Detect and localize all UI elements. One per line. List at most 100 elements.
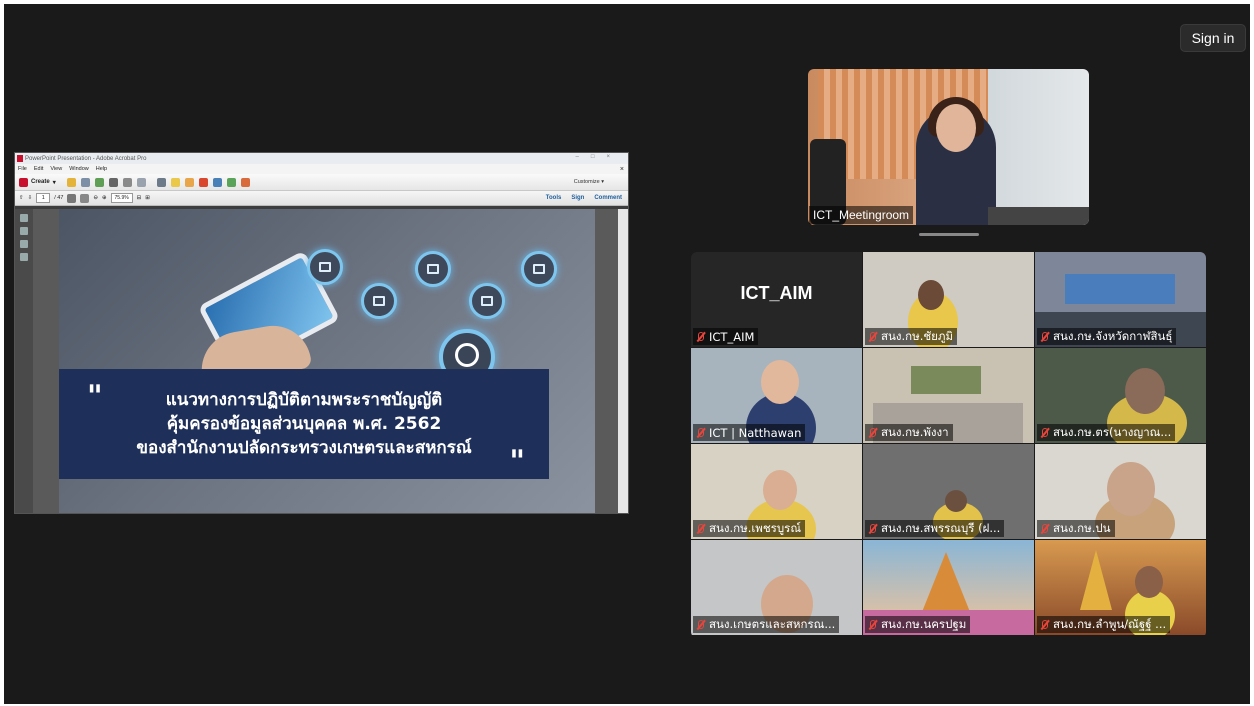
- mic-muted-icon: [695, 619, 706, 631]
- participant-tile[interactable]: สนง.กษ.สพรรณบุรี (ฝ...: [863, 444, 1034, 539]
- scrollbar[interactable]: [618, 209, 628, 513]
- participant-avatar-name: ICT_AIM: [740, 283, 813, 303]
- menu-view[interactable]: View: [50, 166, 62, 172]
- acrobat-logo-icon: [17, 155, 23, 162]
- zoom-in-icon[interactable]: ⊕: [102, 195, 107, 201]
- menu-edit[interactable]: Edit: [34, 166, 43, 172]
- highlight-icon[interactable]: [184, 177, 194, 187]
- participant-tile[interactable]: สนง.เกษตรและสหกรณ...: [691, 540, 862, 635]
- page-number-input[interactable]: 1: [36, 193, 51, 203]
- participant-name: สนง.กษ.ชัยภูมิ: [881, 328, 954, 343]
- participant-name: สนง.กษ.พังงา: [881, 424, 949, 439]
- acrobat-titlebar: PowerPoint Presentation - Adobe Acrobat …: [15, 153, 628, 164]
- comment-link[interactable]: Comment: [594, 195, 622, 201]
- create-pdf-icon: [19, 177, 28, 187]
- document-icon: [415, 251, 451, 287]
- participant-name-label: สนง.กษ.จังหวัดกาฬสินธุ์: [1037, 328, 1177, 345]
- mic-muted-icon: [867, 331, 878, 343]
- fit-width-icon[interactable]: ⊟: [137, 195, 142, 201]
- zoom-level-select[interactable]: 75.9%: [110, 193, 133, 203]
- open-folder-icon[interactable]: [66, 177, 76, 187]
- next-page-icon[interactable]: ⇩: [28, 195, 33, 201]
- participant-tile[interactable]: สนง.กษ.เพชรบูรณ์: [691, 444, 862, 539]
- edit-icon[interactable]: [122, 177, 132, 187]
- mic-muted-icon: [695, 427, 706, 439]
- slide-title-line-1: แนวทางการปฏิบัติตามพระราชบัญญัติ: [165, 390, 443, 410]
- protect-icon[interactable]: [240, 177, 250, 187]
- bookmarks-icon[interactable]: [20, 227, 28, 235]
- menu-help[interactable]: Help: [96, 166, 107, 172]
- sign-link[interactable]: Sign: [571, 195, 584, 201]
- participant-tile[interactable]: สนง.กษ.ตร(นางญาณ...: [1035, 348, 1206, 443]
- participant-head: [918, 280, 944, 310]
- export-icon[interactable]: [212, 177, 222, 187]
- participant-name: สนง.เกษตรและสหกรณ...: [709, 616, 836, 631]
- participant-name: สนง.กษ.เพชรบูรณ์: [709, 520, 801, 535]
- participant-tile[interactable]: สนง.กษ.จังหวัดกาฬสินธุ์: [1035, 252, 1206, 347]
- participant-tile[interactable]: ICT_AIM ICT_AIM: [691, 252, 862, 347]
- participant-tile[interactable]: สนง.กษ.นครปฐม: [863, 540, 1034, 635]
- participant-name: สนง.กษ.นครปฐม: [881, 616, 967, 631]
- acrobat-menubar: File Edit View Window Help ×: [15, 164, 628, 174]
- participant-tile[interactable]: สนง.กษ.ลำพูน/ณัฐฐ์ ...: [1035, 540, 1206, 635]
- page-total: / 47: [54, 195, 64, 201]
- create-button[interactable]: Create ▾: [19, 177, 56, 187]
- shared-screen: PowerPoint Presentation - Adobe Acrobat …: [14, 152, 629, 514]
- tools-link[interactable]: Tools: [546, 195, 562, 201]
- participant-tile[interactable]: สนง.กษ.พังงา: [863, 348, 1034, 443]
- participant-name-label: สนง.กษ.นครปฐม: [865, 616, 971, 633]
- mic-muted-icon: [867, 523, 878, 535]
- participant-name-label: ICT_AIM: [693, 328, 759, 345]
- participant-tile[interactable]: ICT | Natthawan: [691, 348, 862, 443]
- participant-tile[interactable]: สนง.กษ.ชัยภูมิ: [863, 252, 1034, 347]
- comment-icon[interactable]: [170, 177, 180, 187]
- combine-icon[interactable]: [226, 177, 236, 187]
- signatures-icon[interactable]: [20, 253, 28, 261]
- mic-muted-icon: [1039, 523, 1050, 535]
- close-document-icon[interactable]: ×: [620, 166, 624, 173]
- open-quote-icon: ": [87, 379, 103, 414]
- hand-tool-icon[interactable]: [80, 193, 90, 203]
- temple-image: [1080, 550, 1112, 610]
- participant-name-label: ICT | Natthawan: [693, 424, 806, 441]
- menu-file[interactable]: File: [18, 166, 27, 172]
- close-quote-icon: ": [509, 444, 525, 479]
- participant-name-label: สนง.กษ.เพชรบูรณ์: [693, 520, 805, 537]
- participant-head: [945, 490, 967, 512]
- fit-page-icon[interactable]: ⊞: [145, 195, 150, 201]
- attachments-icon[interactable]: [20, 240, 28, 248]
- save-icon[interactable]: [80, 177, 90, 187]
- slide-title-line-2: คุ้มครองข้อมูลส่วนบุคคล พ.ศ. 2562: [166, 414, 442, 434]
- participant-head: [763, 470, 797, 510]
- sign-in-button[interactable]: Sign in: [1180, 24, 1246, 52]
- mic-muted-icon: [1039, 619, 1050, 631]
- delivery-icon: [469, 283, 505, 319]
- document-area: " แนวทางการปฏิบัติตามพระราชบัญญัติ คุ้มค…: [15, 209, 628, 513]
- participant-tile[interactable]: สนง.กษ.ปน: [1035, 444, 1206, 539]
- print-icon[interactable]: [108, 177, 118, 187]
- settings-icon[interactable]: [156, 177, 166, 187]
- meeting-stage: Sign in PowerPoint Presentation - Adobe …: [4, 4, 1250, 704]
- mic-muted-icon: [695, 331, 706, 343]
- participant-name-label: สนง.กษ.ลำพูน/ณัฐฐ์ ...: [1037, 616, 1171, 633]
- participant-name: ICT | Natthawan: [709, 425, 802, 440]
- select-tool-icon[interactable]: [67, 193, 77, 203]
- customize-button[interactable]: Customize ▾: [574, 179, 604, 185]
- stamp-icon[interactable]: [198, 177, 208, 187]
- email-icon[interactable]: [136, 177, 146, 187]
- slide-title-banner: " แนวทางการปฏิบัติตามพระราชบัญญัติ คุ้มค…: [59, 369, 549, 479]
- speaker-face: [936, 104, 976, 152]
- create-label: Create: [31, 179, 50, 185]
- pages-icon[interactable]: [20, 214, 28, 222]
- cloud-icon[interactable]: [94, 177, 104, 187]
- participant-name: สนง.กษ.ตร(นางญาณ...: [1053, 424, 1172, 439]
- speaker-resize-handle[interactable]: [919, 233, 979, 236]
- prev-page-icon[interactable]: ⇧: [19, 195, 24, 201]
- active-speaker-video[interactable]: [808, 69, 1089, 225]
- mic-muted-icon: [867, 427, 878, 439]
- participant-name-label: สนง.กษ.ชัยภูมิ: [865, 328, 958, 345]
- customize-label: Customize: [573, 179, 600, 185]
- participant-name-label: สนง.กษ.ปน: [1037, 520, 1115, 537]
- menu-window[interactable]: Window: [69, 166, 89, 172]
- zoom-out-icon[interactable]: ⊖: [93, 195, 98, 201]
